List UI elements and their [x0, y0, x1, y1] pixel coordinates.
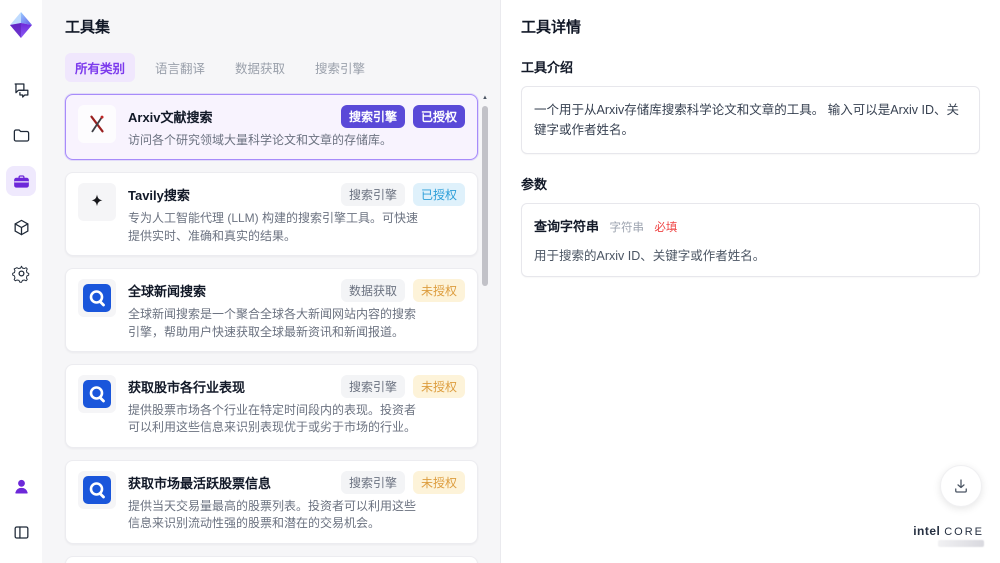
- tool-card-active-stocks[interactable]: 获取市场最活跃股票信息 搜索引擎 未授权 提供当天交易量最高的股票列表。投资者可…: [65, 459, 478, 544]
- intel-logo-subtext: [938, 540, 984, 547]
- tool-card-regional-news[interactable]: 万维地区新闻查询 搜索引擎 未授权 查询具体行政区划内的新闻，快速了解各地新闻动…: [65, 555, 478, 563]
- tool-title: 获取股市各行业表现: [128, 379, 246, 395]
- auth-status-badge: 未授权: [412, 470, 465, 494]
- folder-icon[interactable]: [6, 120, 36, 150]
- category-badge: 搜索引擎: [340, 374, 405, 398]
- category-badge: 搜索引擎: [340, 470, 405, 494]
- tool-intro-text: 一个用于从Arxiv存储库搜索科学论文和文章的工具。 输入可以是Arxiv ID…: [521, 86, 980, 154]
- tool-description: 专为人工智能代理 (LLM) 构建的搜索引擎工具。可快速提供实时、准确和真实的结…: [128, 211, 419, 243]
- download-icon: [955, 479, 967, 493]
- category-badge: 搜索引擎: [340, 105, 405, 128]
- auth-status-badge: 已授权: [412, 183, 465, 207]
- stock-search-icon: [78, 374, 116, 413]
- tool-card-arxiv[interactable]: Arxiv文献搜索 搜索引擎 已授权 访问各个研究领域大量科学论文和文章的存储库…: [65, 94, 478, 161]
- tab-data-fetch[interactable]: 数据获取: [225, 53, 295, 82]
- briefcase-icon[interactable]: [6, 166, 36, 196]
- category-tabs: 所有类别 语言翻译 数据获取 搜索引擎: [65, 53, 490, 82]
- category-badge: 数据获取: [340, 279, 405, 303]
- panel-layout-icon[interactable]: [6, 517, 36, 547]
- tool-description: 全球新闻搜索是一个聚合全球各大新闻网站内容的搜索引擎，帮助用户快速获取全球最新资…: [128, 307, 417, 339]
- tool-list: Arxiv文献搜索 搜索引擎 已授权 访问各个研究领域大量科学论文和文章的存储库…: [65, 94, 490, 563]
- arxiv-logo-icon: [78, 105, 116, 143]
- app-window: 工具集 所有类别 语言翻译 数据获取 搜索引擎 Arxiv文献搜索 搜索引擎 已…: [0, 0, 1000, 563]
- intel-core-logo: intel CORE: [913, 524, 984, 547]
- auth-status-badge: 未授权: [412, 374, 465, 398]
- tool-description: 提供当天交易量最高的股票列表。投资者可以利用这些信息来识别流动性强的股票和潜在的…: [128, 498, 417, 531]
- cube-icon[interactable]: [6, 212, 36, 242]
- sparkle-icon: [78, 183, 116, 222]
- tool-card-stock-sectors[interactable]: 获取股市各行业表现 搜索引擎 未授权 提供股票市场各个行业在特定时间段内的表现。…: [65, 363, 478, 448]
- gear-icon[interactable]: [6, 258, 36, 288]
- auth-status-badge: 未授权: [412, 279, 465, 303]
- tab-language-translation[interactable]: 语言翻译: [145, 53, 215, 82]
- tool-card-global-news[interactable]: 全球新闻搜索 数据获取 未授权 全球新闻搜索是一个聚合全球各大新闻网站内容的搜索…: [65, 268, 478, 352]
- list-scrollbar[interactable]: ▲ ▼: [480, 94, 490, 563]
- tool-description: 访问各个研究领域大量科学论文和文章的存储库。: [128, 133, 393, 147]
- category-badge: 搜索引擎: [340, 183, 405, 207]
- scroll-up-icon[interactable]: ▲: [482, 94, 488, 102]
- tool-description: 提供股票市场各个行业在特定时间段内的表现。投资者可以利用这些信息来识别表现优于或…: [128, 402, 417, 435]
- params-heading: 参数: [521, 177, 548, 192]
- scrollbar-thumb[interactable]: [482, 106, 488, 286]
- chat-icon[interactable]: [6, 74, 36, 104]
- tool-detail-panel: 工具详情 工具介绍 一个用于从Arxiv存储库搜索科学论文和文章的工具。 输入可…: [500, 0, 1000, 563]
- stock-search-icon: [78, 470, 116, 509]
- page-title: 工具集: [65, 19, 111, 36]
- parameter-description: 用于搜索的Arxiv ID、关键字或作者姓名。: [534, 249, 766, 263]
- download-button[interactable]: [940, 465, 982, 507]
- tab-all-categories[interactable]: 所有类别: [65, 53, 136, 82]
- tool-title: Tavily搜索: [128, 188, 190, 204]
- tool-list-panel: 工具集 所有类别 语言翻译 数据获取 搜索引擎 Arxiv文献搜索 搜索引擎 已…: [42, 0, 500, 563]
- app-logo-gem-icon: [6, 10, 36, 40]
- parameter-type: 字符串: [609, 222, 644, 234]
- parameter-header: 查询字符串 字符串 必填: [534, 216, 967, 236]
- tool-card-tavily[interactable]: Tavily搜索 搜索引擎 已授权 专为人工智能代理 (LLM) 构建的搜索引擎…: [65, 172, 478, 257]
- required-badge: 必填: [654, 222, 678, 234]
- detail-title: 工具详情: [521, 19, 582, 36]
- auth-status-badge: 已授权: [412, 105, 465, 128]
- icon-rail: [0, 0, 42, 563]
- intro-heading: 工具介绍: [521, 60, 574, 75]
- parameter-card: 查询字符串 字符串 必填 用于搜索的Arxiv ID、关键字或作者姓名。: [521, 203, 980, 277]
- tool-title: 全球新闻搜索: [128, 284, 207, 300]
- user-icon[interactable]: [6, 471, 36, 501]
- tool-title: 获取市场最活跃股票信息: [128, 475, 272, 491]
- parameter-name: 查询字符串: [534, 219, 600, 234]
- news-search-icon: [78, 279, 116, 318]
- tool-title: Arxiv文献搜索: [128, 110, 213, 125]
- tab-search-engine[interactable]: 搜索引擎: [305, 53, 375, 82]
